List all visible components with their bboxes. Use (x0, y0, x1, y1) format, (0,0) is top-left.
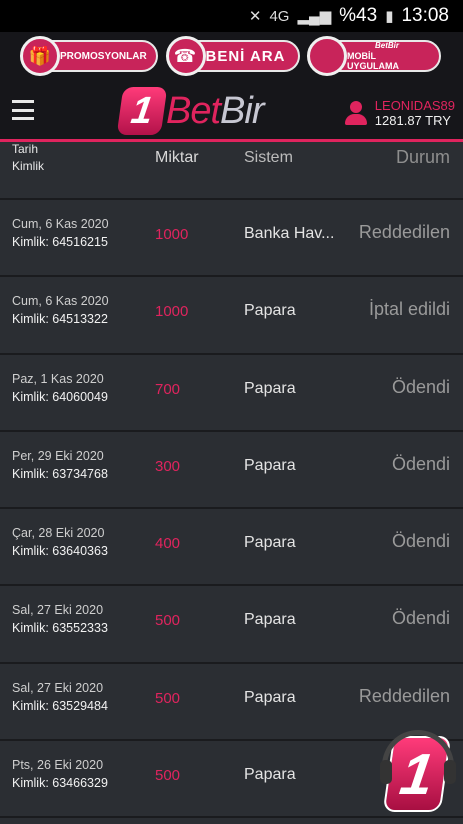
row-date: Cum, 6 Kas 2020 (12, 294, 109, 309)
row-date: Sal, 27 Eki 2020 (12, 680, 104, 695)
row-id: Kimlik: 63529484 (12, 698, 108, 713)
header-amount: Miktar (155, 149, 199, 166)
row-date: Çar, 28 Eki 2020 (12, 526, 105, 541)
mute-icon: ✕ (248, 8, 262, 25)
table-row[interactable]: Paz, 1 Kas 2020 Kimlik: 64060049 700 Papara… (0, 355, 463, 432)
row-system: Papara (244, 302, 296, 320)
header-date: Tarih (12, 142, 39, 156)
promotions-label: PROMOSYONLAR (60, 50, 147, 62)
table-row[interactable]: Sal, 27 Eki 2020 Kimlik: 63552333 500 Papar… (0, 586, 463, 664)
row-amount: 700 (155, 380, 181, 398)
row-system: Banka Hav... (244, 225, 335, 242)
row-id: Kimlik: 63640363 (12, 544, 108, 559)
row-amount: 400 (155, 535, 181, 553)
row-system: Papara (244, 456, 296, 474)
row-system: Papara (244, 611, 296, 629)
row-amount: 500 (155, 612, 181, 630)
transactions-table: Tarih Kimlik Miktar Sistem Durum Cum, 6 … (0, 142, 463, 819)
row-amount: 500 (155, 767, 181, 785)
gift-icon: 🎁 (20, 36, 60, 76)
row-id: Kimlik: 64513322 (12, 312, 108, 327)
row-id: Kimlik: 64060049 (12, 389, 108, 404)
row-status: Reddedilen (358, 685, 450, 706)
row-amount: 1000 (155, 226, 189, 243)
header-date-id: Tarih Kimlik (12, 141, 44, 175)
row-date: Cum, 6 Kas 2020 (12, 217, 109, 231)
row-status: Ödendi (391, 608, 450, 629)
signal-icon: ▂▄▆ (297, 8, 332, 25)
status-bar: ✕ 4G ▂▄▆ %43 ▮ 13:08 (0, 0, 463, 32)
headset-ear-left (380, 760, 392, 784)
username: LEONIDAS89 (374, 98, 455, 113)
header-system: Sistem (244, 149, 293, 166)
promo-bar: 🎁 PROMOSYONLAR ☎ BENİ ARA BetBir MOBİL U… (0, 32, 463, 80)
row-system: Papara (244, 688, 296, 706)
promotions-button[interactable]: 🎁 PROMOSYONLAR (20, 36, 158, 76)
live-support-button[interactable]: 1 (380, 730, 456, 814)
betbir-logo[interactable]: 1 BetBir (116, 86, 265, 136)
row-amount: 500 (155, 689, 181, 707)
battery-level: %43 (339, 5, 378, 26)
row-status: Reddedilen (358, 222, 450, 242)
app-brand: BetBir (374, 41, 399, 50)
logo-word: BetBir (166, 89, 265, 132)
balance: 1281.87 TRY (374, 113, 451, 128)
row-status: Ödendi (391, 453, 450, 474)
row-amount: 1000 (155, 303, 189, 321)
header-id: Kimlik (12, 159, 44, 173)
battery-icon: ▮ (385, 8, 394, 25)
call-me-button[interactable]: ☎ BENİ ARA (165, 36, 300, 76)
table-row[interactable]: Cum, 6 Kas 2020 Kimlik: 64513322 1000 Papar… (0, 277, 463, 355)
clock: 13:08 (401, 5, 449, 26)
phone-icon: ☎ (165, 36, 206, 76)
mobile-app-label: MOBİL UYGULAMA (347, 51, 399, 71)
row-date: Paz, 1 Kas 2020 (12, 371, 104, 386)
logo-mark: 1 (116, 87, 168, 135)
row-date: Pts, 26 Eki 2020 (12, 758, 104, 773)
row-date: Per, 29 Eki 2020 (12, 448, 104, 463)
row-status: Ödendi (391, 376, 450, 397)
row-id: Kimlik: 63466329 (12, 776, 108, 791)
mobile-app-button[interactable]: BetBir MOBİL UYGULAMA (307, 36, 441, 76)
row-id: Kimlik: 63552333 (12, 621, 108, 636)
row-system: Papara (244, 766, 296, 784)
table-row[interactable]: Cum, 6 Kas 2020 Kimlik: 64516215 1000 Banka… (0, 200, 463, 278)
row-amount: 300 (155, 457, 181, 475)
headset-ear-right (444, 760, 456, 784)
row-system: Papara (244, 534, 296, 552)
row-id: Kimlik: 64516215 (12, 235, 108, 249)
user-icon (344, 101, 367, 125)
row-id: Kimlik: 63734768 (12, 466, 108, 481)
user-account[interactable]: LEONIDAS89 1281.87 TRY (344, 98, 455, 128)
mobile-os-icon (307, 36, 347, 76)
network-label: 4G (269, 7, 290, 25)
row-status: Ödendi (391, 531, 450, 552)
menu-icon[interactable] (12, 100, 34, 120)
row-system: Papara (244, 379, 296, 397)
call-me-label: BENİ ARA (205, 47, 286, 65)
header-status: Durum (395, 147, 450, 167)
row-date: Sal, 27 Eki 2020 (12, 603, 104, 618)
site-header: 1 BetBir LEONIDAS89 1281.87 TRY (0, 80, 463, 142)
table-header: Tarih Kimlik Miktar Sistem Durum (0, 142, 463, 200)
table-row[interactable]: Per, 29 Eki 2020 Kimlik: 63734768 300 Papar… (0, 432, 463, 510)
table-row[interactable]: Çar, 28 Eki 2020 Kimlik: 63640363 400 Papar… (0, 509, 463, 587)
row-status: İptal edildi (368, 299, 450, 320)
